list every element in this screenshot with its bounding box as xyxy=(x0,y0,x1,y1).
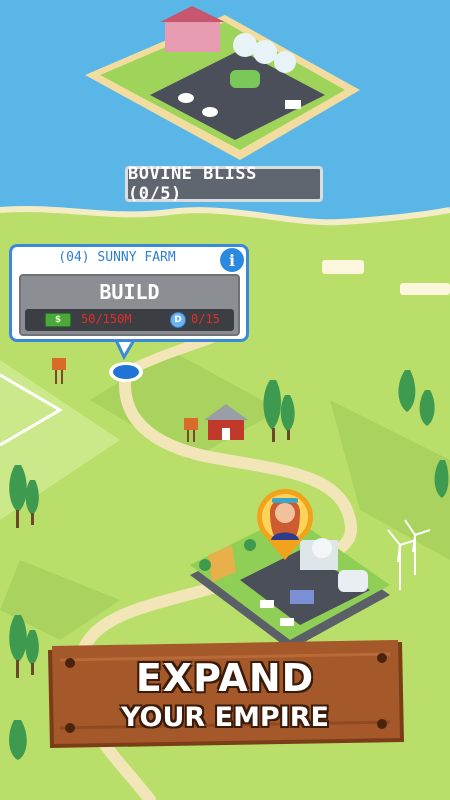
info-icon[interactable]: i xyxy=(220,248,244,272)
coin-cost: 0/15 xyxy=(191,312,220,326)
locked-island-label[interactable]: BOVINE BLISS (0/5) xyxy=(125,164,323,204)
truck xyxy=(280,618,294,626)
tree xyxy=(199,559,211,571)
cow xyxy=(202,107,218,117)
silo xyxy=(253,40,277,64)
tank xyxy=(230,70,260,88)
machine xyxy=(290,590,314,604)
location-marker[interactable] xyxy=(113,365,139,379)
cloud xyxy=(400,283,450,295)
coin-icon: D xyxy=(170,312,186,328)
build-popup: (04) SUNNY FARM i BUILD $ 50/150M D 0/15 xyxy=(9,244,249,342)
banner-subtitle: YOUR EMPIRE xyxy=(120,702,330,733)
silo xyxy=(274,51,296,73)
popup-title: (04) SUNNY FARM xyxy=(58,250,176,265)
cash-icon: $ xyxy=(45,313,71,327)
cash-cost: 50/150M xyxy=(81,312,132,326)
tree xyxy=(244,539,256,551)
banner-title: EXPAND xyxy=(135,656,315,700)
truck xyxy=(260,600,274,608)
truck xyxy=(285,100,301,109)
cloud xyxy=(322,260,364,274)
avatar-headband xyxy=(272,498,298,503)
cost-row: $ 50/150M D 0/15 xyxy=(25,309,234,331)
factory-tank xyxy=(312,538,332,558)
farm-building xyxy=(165,20,220,52)
cow xyxy=(178,93,194,103)
build-button-label: BUILD xyxy=(99,280,160,304)
factory-tank xyxy=(338,570,368,592)
build-button[interactable]: BUILD $ 50/150M D 0/15 xyxy=(19,274,240,336)
